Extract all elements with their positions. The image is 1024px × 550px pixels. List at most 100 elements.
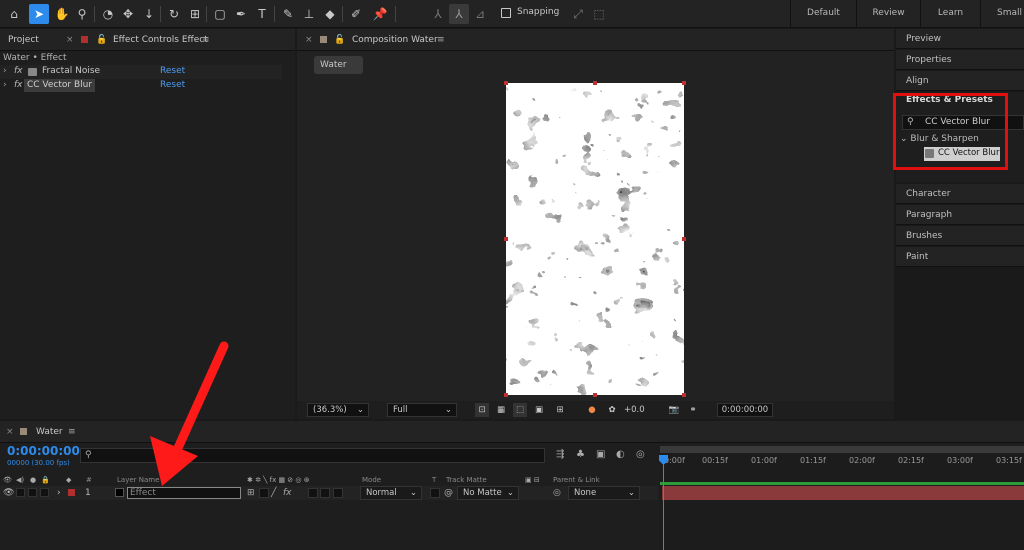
collapse-switch[interactable]	[259, 488, 269, 498]
type-tool-icon[interactable]: T	[252, 4, 272, 24]
transform-handle[interactable]	[504, 237, 508, 241]
selection-tool-icon[interactable]: ➤	[29, 4, 49, 24]
transform-handle[interactable]	[682, 237, 686, 241]
pan-behind-tool-icon[interactable]: ⊞	[185, 4, 205, 24]
frame-blending-icon[interactable]: ▣	[596, 449, 605, 460]
eraser-tool-icon[interactable]: ◆	[320, 4, 340, 24]
channel-icon[interactable]: ●	[585, 403, 599, 417]
parent-pickwhip-icon[interactable]: ◎	[553, 486, 561, 500]
workspace-default[interactable]: Default	[790, 0, 856, 28]
axis-view-icon[interactable]: ⊿	[470, 4, 490, 24]
character-panel-tab[interactable]: Character	[896, 184, 1024, 204]
audio-toggle[interactable]	[16, 488, 25, 497]
axis-local-icon[interactable]: ⅄	[428, 4, 448, 24]
pan-tool-icon[interactable]: ✥	[118, 4, 138, 24]
fx-icon[interactable]: fx	[14, 65, 23, 78]
rectangle-tool-icon[interactable]: ▢	[210, 4, 230, 24]
lock-toggle[interactable]	[40, 488, 49, 497]
visibility-eye-icon[interactable]: 👁	[3, 486, 14, 500]
close-icon[interactable]: ×	[66, 29, 74, 51]
playhead-line[interactable]	[663, 455, 664, 550]
transform-handle[interactable]	[593, 393, 597, 397]
panel-menu-icon[interactable]: ≡	[68, 421, 76, 443]
track-matte-select[interactable]: No Matte ⌄	[457, 486, 519, 500]
reset-link[interactable]: Reset	[160, 65, 185, 78]
zoom-tool-icon[interactable]: ⚲	[72, 4, 92, 24]
paint-panel-tab[interactable]: Paint	[896, 247, 1024, 267]
brushes-panel-tab[interactable]: Brushes	[896, 226, 1024, 246]
transform-handle[interactable]	[504, 81, 508, 85]
snapshot-region-icon[interactable]: ⊞	[553, 403, 567, 417]
preview-panel-tab[interactable]: Preview	[896, 29, 1024, 49]
close-icon[interactable]: ×	[6, 421, 14, 443]
lock-icon[interactable]: 🔓	[96, 29, 107, 51]
chevron-right-icon[interactable]: ›	[3, 65, 7, 78]
fast-previews-icon[interactable]: ⊡	[475, 403, 489, 417]
quality-switch-icon[interactable]: ╱	[271, 486, 276, 500]
workspace-small[interactable]: Small S	[980, 0, 1024, 28]
comp-timecode[interactable]: 0:00:00:00	[717, 403, 773, 417]
home-icon[interactable]: ⌂	[4, 4, 24, 24]
adjustment-switch[interactable]	[333, 488, 343, 498]
panel-menu-icon[interactable]: ≡	[202, 29, 210, 51]
paragraph-panel-tab[interactable]: Paragraph	[896, 205, 1024, 225]
zoom-select[interactable]: (36.3%) ⌄	[307, 403, 369, 417]
transform-handle[interactable]	[593, 81, 597, 85]
timeline-timecode[interactable]: 0:00:00:00	[7, 444, 80, 458]
comp-breadcrumb-button[interactable]: Water	[314, 56, 363, 74]
effect-row-fractal-noise[interactable]: › fx Fractal Noise Reset	[0, 65, 282, 79]
roto-brush-tool-icon[interactable]: ✐	[346, 4, 366, 24]
exposure-value[interactable]: +0.0	[624, 403, 645, 417]
tab-composition-water[interactable]: Composition Water	[352, 29, 438, 51]
resolution-select[interactable]: Full ⌄	[387, 403, 457, 417]
tab-effect-controls[interactable]: Effect Controls Effect	[113, 29, 208, 51]
properties-panel-tab[interactable]: Properties	[896, 50, 1024, 70]
snap-option-icon[interactable]: ⤢	[568, 4, 588, 24]
rotate-tool-icon[interactable]: ↻	[164, 4, 184, 24]
chevron-right-icon[interactable]: ›	[3, 79, 7, 92]
orbit-tool-icon[interactable]: ◔	[98, 4, 118, 24]
mode-select[interactable]: Normal ⌄	[360, 486, 422, 500]
composition-viewer[interactable]	[506, 83, 684, 395]
axis-world-icon[interactable]: ⅄	[449, 4, 469, 24]
graph-editor-icon[interactable]: ◎	[636, 449, 645, 460]
snapping-checkbox[interactable]	[501, 8, 511, 18]
puppet-pin-tool-icon[interactable]: 📌	[370, 4, 390, 24]
dolly-tool-icon[interactable]: ↓	[139, 4, 159, 24]
effect-switch-icon[interactable]: fx	[283, 486, 292, 500]
layer-label-color[interactable]	[68, 489, 75, 496]
snap-grid-icon[interactable]: ⬚	[589, 4, 609, 24]
clone-stamp-tool-icon[interactable]: ⊥	[299, 4, 319, 24]
shy-switch-icon[interactable]: ⊞	[247, 486, 255, 500]
region-of-interest-icon[interactable]: ▣	[532, 403, 546, 417]
chevron-right-icon[interactable]: ›	[57, 486, 61, 500]
transform-handle[interactable]	[682, 393, 686, 397]
matte-link-icon[interactable]: @	[444, 486, 453, 500]
preserve-transparency-toggle[interactable]	[430, 488, 440, 498]
reset-exposure-icon[interactable]: ✿	[605, 403, 619, 417]
brush-tool-icon[interactable]: ✎	[278, 4, 298, 24]
transparency-grid-icon[interactable]: ▦	[494, 403, 508, 417]
frame-blend-switch[interactable]	[308, 488, 318, 498]
solo-toggle[interactable]	[28, 488, 37, 497]
tab-project[interactable]: Project	[8, 29, 39, 51]
parent-select[interactable]: None ⌄	[568, 486, 640, 500]
panel-menu-icon[interactable]: ≡	[437, 29, 445, 51]
comp-flowchart-icon[interactable]: ⇶	[556, 449, 564, 460]
fx-icon[interactable]: fx	[14, 79, 23, 92]
work-area-bar[interactable]	[660, 446, 1024, 453]
transform-handle[interactable]	[504, 393, 508, 397]
transform-handle[interactable]	[682, 81, 686, 85]
draft-3d-icon[interactable]: ♣	[576, 449, 585, 460]
effect-row-cc-vector-blur[interactable]: › fx CC Vector Blur Reset	[0, 79, 282, 93]
motion-blur-icon[interactable]: ◐	[616, 449, 625, 460]
workspace-review[interactable]: Review	[856, 0, 920, 28]
close-icon[interactable]: ×	[305, 29, 313, 51]
motion-blur-switch[interactable]	[320, 488, 330, 498]
show-snapshot-icon[interactable]: ⚭	[686, 403, 700, 417]
camera-snapshot-icon[interactable]: 📷	[667, 403, 681, 417]
work-area-range[interactable]	[660, 482, 1024, 485]
layer-duration-bar[interactable]	[662, 486, 1024, 500]
workspace-learn[interactable]: Learn	[920, 0, 980, 28]
hand-tool-icon[interactable]: ✋	[52, 4, 72, 24]
